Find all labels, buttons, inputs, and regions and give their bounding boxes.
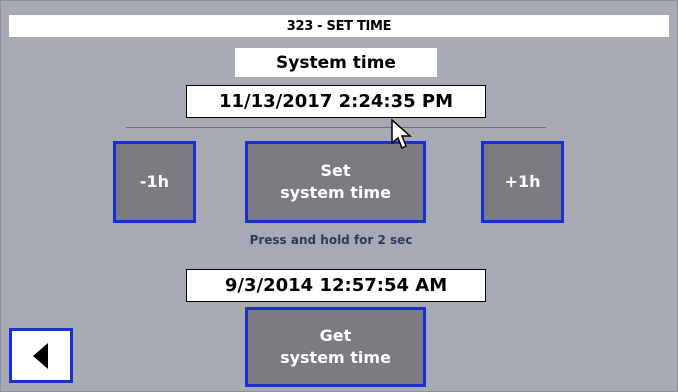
press-hold-hint: Press and hold for 2 sec bbox=[249, 233, 413, 247]
get-time-label-line1: Get bbox=[319, 326, 352, 345]
screen-title: 323 - SET TIME bbox=[9, 15, 669, 37]
back-button[interactable] bbox=[9, 328, 73, 383]
set-time-label-line2: system time bbox=[280, 183, 391, 202]
set-system-time-button[interactable]: Set system time bbox=[245, 141, 426, 223]
minus-hour-label: -1h bbox=[139, 172, 170, 191]
mouse-pointer-icon bbox=[391, 119, 412, 150]
minus-hour-button[interactable]: -1h bbox=[113, 141, 196, 223]
set-time-screen: 323 - SET TIME System time 11/13/2017 2:… bbox=[0, 0, 678, 392]
retrieved-time-display: 9/3/2014 12:57:54 AM bbox=[186, 269, 486, 302]
system-time-label: System time bbox=[235, 48, 437, 77]
plus-hour-button[interactable]: +1h bbox=[481, 141, 564, 223]
set-time-label-line1: Set bbox=[320, 161, 351, 180]
get-system-time-button[interactable]: Get system time bbox=[245, 307, 426, 387]
get-time-label-line2: system time bbox=[280, 348, 391, 367]
system-time-display: 11/13/2017 2:24:35 PM bbox=[186, 85, 486, 118]
divider bbox=[126, 127, 546, 128]
back-arrow-icon bbox=[33, 342, 48, 369]
plus-hour-label: +1h bbox=[504, 172, 541, 191]
